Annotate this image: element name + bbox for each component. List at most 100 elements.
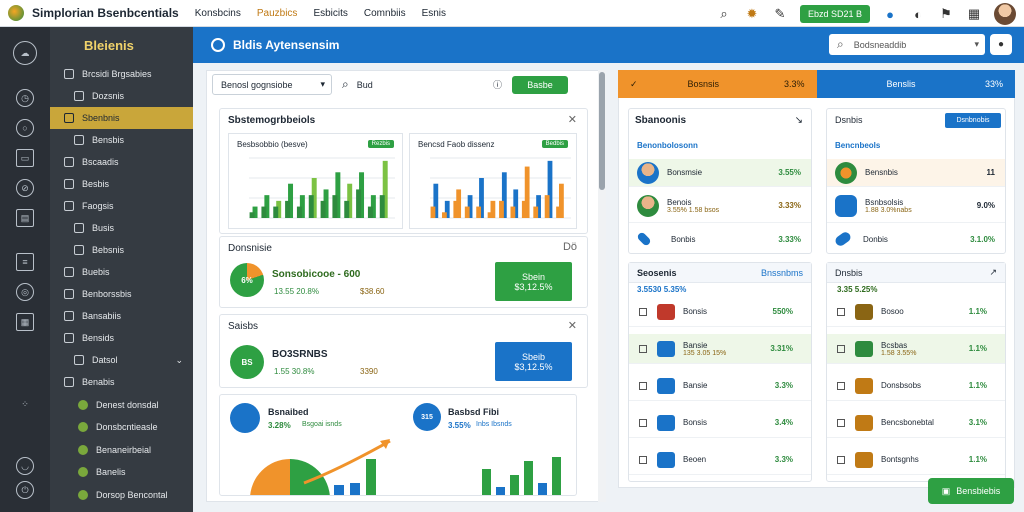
chat-icon[interactable]: ◡ [16,457,34,475]
sidebar-item[interactable]: Bansabiis [50,305,193,327]
dominate-kpi-button[interactable]: Sbein $3,12.5% [495,262,572,301]
grid-icon[interactable]: ▦ [966,6,982,22]
row-checkbox[interactable] [639,455,647,464]
sidebar-item[interactable]: Benabis [50,371,193,394]
settings-icon[interactable]: ✹ [744,6,760,22]
float-action-button[interactable]: ▣ Bensbiebis [928,478,1014,504]
sidebar-item[interactable]: Dozsnis [50,85,193,107]
tab-benslis[interactable]: Benslis 33% [816,70,1015,98]
scrollbar-thumb[interactable] [599,72,605,190]
sidebar-item[interactable]: Sbenbnis [50,107,193,129]
sidebar-item[interactable]: Brcsidi Brgsabies [50,63,193,85]
filter-search-text: Bud [356,79,373,90]
sidebar-item[interactable]: Bensbis [50,129,193,151]
sidebar-item[interactable]: Denest donsdal [50,394,193,417]
chart-left-badge[interactable]: Rezbis [367,140,394,148]
sales-kpi-button[interactable]: Sbeib $3,12.5% [495,342,572,381]
layout-icon[interactable]: ▤ [16,209,34,227]
list-item[interactable]: Donbis 3.1.0% [827,225,1005,253]
table-icon[interactable]: ▦ [16,313,34,331]
sales-kpi-top: Sbeib [521,351,546,362]
sidebar-item[interactable]: Dorsop Bencontal [50,484,193,507]
filter-apply-button[interactable]: Basbe [512,75,568,94]
row-checkbox[interactable] [639,307,647,316]
user-icon[interactable]: ● [990,34,1012,55]
sidebar-item[interactable]: Benborssbis [50,283,193,305]
list-icon[interactable]: ≡ [16,253,34,271]
table-row[interactable]: Bontsgnhs 1.1% [827,445,1005,475]
row-checkbox[interactable] [639,418,647,427]
chrome-icon[interactable]: ◐ [910,6,926,22]
sidebar-item[interactable]: Benaneirbeial [50,439,193,462]
top-nav-item[interactable]: Esnis [422,8,446,19]
chart-right-badge[interactable]: Bedbis [541,140,568,148]
cloud-icon[interactable]: ☁ [13,41,37,65]
notification-icon[interactable]: ● [882,6,898,22]
list-item[interactable]: Bonbis 3.33% [629,225,811,253]
list-item[interactable]: Bsnbsolsis 1.88 3.0%nabs 9.0% [827,189,1005,223]
apps-icon[interactable]: ⁘ [16,395,34,413]
header-search-input[interactable]: ⌕ Bodsneaddib ▾ [829,34,985,55]
row-checkbox[interactable] [837,307,845,316]
row-checkbox[interactable] [837,455,845,464]
table-row[interactable]: Bansie 3.3% [629,371,811,401]
avatar[interactable] [994,3,1016,25]
close-icon[interactable]: ✕ [568,319,577,332]
table-row[interactable]: Donsbsobs 1.1% [827,371,1005,401]
collapse-icon[interactable]: ↘ [795,115,803,126]
bar-chart-icon [657,377,675,394]
row-checkbox[interactable] [837,418,845,427]
clock-icon[interactable]: ◷ [16,89,34,107]
collapse-icon[interactable]: ↗ [989,267,997,278]
target-icon[interactable]: ◎ [16,283,34,301]
power-icon[interactable]: ⏻ [16,481,34,499]
top-nav-item[interactable]: Konsbcins [195,8,241,19]
sidebar-item[interactable]: Bensids [50,327,193,349]
search-icon[interactable]: ⌕ [716,6,732,22]
table-row[interactable]: Bonsis 3.4% [629,408,811,438]
filter-search[interactable]: ⌕ Bud ⓘ [342,77,502,92]
dominate-action[interactable]: Dö [563,241,577,253]
table-row[interactable]: Bansie 135 3.05 15% 3.31% [629,334,811,364]
table-row[interactable]: Beoen 3.3% [629,445,811,475]
list-item[interactable]: Bonsmsie 3.55% [629,159,811,187]
list-item[interactable]: Benois 3.55% 1.58 bsos 3.33% [629,189,811,223]
top-nav-item[interactable]: Comnbiis [364,8,406,19]
flag-icon[interactable]: ⚑ [938,6,954,22]
scrollbar[interactable] [598,70,606,502]
growth-illustration [250,439,561,495]
top-status-button[interactable]: Ebzd SD21 B [799,5,870,23]
row-checkbox[interactable] [639,381,647,390]
sidebar-item[interactable]: Donsbcntieasle [50,416,193,439]
row-checkbox[interactable] [837,344,845,353]
row-checkbox[interactable] [639,344,647,353]
table-row[interactable]: Bonsis 550% [629,297,811,327]
list-item[interactable]: Bensnbis 11 [827,159,1005,187]
sidebar-item[interactable]: Besbis [50,173,193,195]
orders-left-header: Seosenis Bnssnbms [629,263,811,283]
sidebar-item[interactable]: Banelis [50,461,193,484]
top-nav-item[interactable]: Esbicits [313,8,347,19]
table-row[interactable]: Bencsbonebtal 3.1% [827,408,1005,438]
sidebar-item[interactable]: Faogsis [50,195,193,217]
table-row[interactable]: Bcsbas 1.58 3.55% 1.1% [827,334,1005,364]
magic-icon[interactable]: ✎ [772,6,788,22]
close-icon[interactable]: ✕ [568,113,577,126]
sidebar-item[interactable]: Busis [50,217,193,239]
info-icon[interactable]: ⓘ [493,78,502,91]
top-nav-item[interactable]: Pauzbics [257,8,298,19]
filter-select[interactable]: Benosl gognsiobe ▾ [212,74,332,95]
sidebar-item[interactable]: Datsol ⌄ [50,349,193,371]
document-icon[interactable]: ▭ [16,149,34,167]
timer-icon[interactable]: ○ [16,119,34,137]
table-row[interactable]: Bosoo 1.1% [827,297,1005,327]
sidebar-item[interactable]: Buebis [50,261,193,283]
compass-icon[interactable]: ⊘ [16,179,34,197]
status-dot-icon [78,399,88,410]
row-checkbox[interactable] [837,381,845,390]
sidebar-item[interactable]: Bebsnis [50,239,193,261]
folder-icon [64,157,74,167]
sidebar-item[interactable]: Bscaadis [50,151,193,173]
rank-right-button[interactable]: Dsnbnobis [945,113,1001,128]
tab-bosnsis[interactable]: ✓ Bosnsis 3.3% [618,70,817,98]
